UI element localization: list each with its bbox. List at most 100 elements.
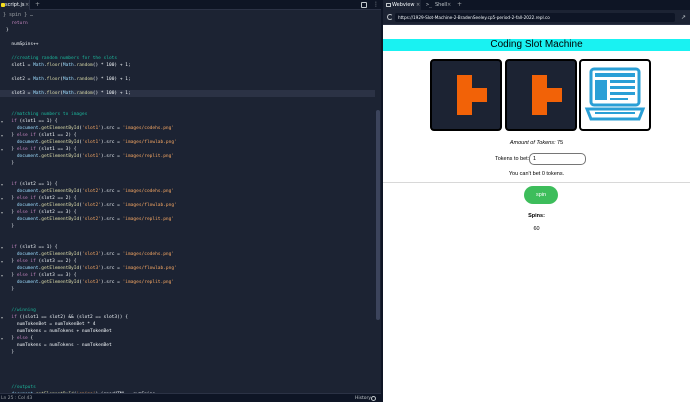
code-line[interactable]: document.getElementById('slot2').src = '… [0,216,375,223]
code-line[interactable] [0,370,375,377]
code-text: return [11,21,28,26]
code-line[interactable]: ▾ } else { [0,335,375,342]
code-line[interactable]: numTokens = numTokens + numTokenBet [0,328,375,335]
code-line[interactable]: document.getElementById('slot1').src = '… [0,125,375,132]
close-icon[interactable]: × [416,0,420,10]
bet-message: You can't bet 0 tokens. [508,171,565,177]
code-text: numSpins++ [6,42,39,47]
fold-chevron-icon[interactable]: ▾ [1,209,3,216]
add-tab-icon[interactable]: + [35,0,40,10]
spins-label: Spins: [528,213,545,219]
code-line[interactable]: numTokens = numTokens - numTokenBet [0,342,375,349]
code-line[interactable]: document.getElementById('slot2').src = '… [0,202,375,209]
code-line[interactable]: ▾ if ((slot1 == slot2) && (slot2 == slot… [0,314,375,321]
reload-icon[interactable] [387,14,393,20]
status-bar: Ln 25 : Col 43 History [0,393,381,402]
code-area[interactable]: return} numSpins++ //creating random num… [0,20,381,402]
code-text: //creating random numbers for the slots [6,56,118,61]
code-line[interactable]: document.getElementById('slot2').src = '… [0,188,375,195]
code-text: //matching numbers to images [6,112,88,117]
code-line[interactable] [0,167,375,174]
fold-chevron-icon[interactable]: ▾ [1,244,3,251]
tab-webview[interactable]: Webview × [383,0,421,10]
history-button[interactable]: History [355,394,371,402]
code-line[interactable]: ▾ if (slot1 == 1) { [0,118,375,125]
close-icon[interactable]: × [447,0,451,10]
tokens-to-bet-input[interactable]: 1 [529,153,586,165]
code-line[interactable] [0,48,375,55]
fold-chevron-icon[interactable]: ▾ [1,146,3,153]
layout-icon[interactable] [361,2,367,8]
code-text: document.getElementById('slot1').src = '… [16,126,175,131]
code-editor-pane: script.js × + ⋮ } spin } … return} numSp… [0,0,381,402]
code-line[interactable] [0,34,375,41]
close-icon[interactable]: × [25,0,29,10]
code-line[interactable]: ▾ } else if (slot3 == 2) { [0,258,375,265]
code-line[interactable] [0,230,375,237]
open-in-new-tab-icon[interactable]: ↗ [681,14,686,21]
code-line[interactable]: ▾ } else if (slot1 == 2) { [0,132,375,139]
code-line[interactable]: slot3 = Math.floor(Math.random() * 100) … [0,90,375,97]
tab-shell[interactable]: >_ Shell × [425,0,455,10]
code-line[interactable] [0,356,375,363]
slot-2-replit-image [505,59,577,131]
fold-chevron-icon[interactable]: ▾ [1,132,3,139]
code-line[interactable] [0,293,375,300]
breadcrumb[interactable]: } spin } … [3,11,33,20]
more-options-icon[interactable]: ⋮ [373,0,379,10]
code-line[interactable]: return [0,20,375,27]
code-line[interactable] [0,174,375,181]
code-line[interactable]: numTokenBet = numTokenBet * 4 [0,321,375,328]
terminal-icon: >_ [426,2,433,8]
spin-button[interactable]: spin [524,186,558,204]
code-line[interactable]: ▾ } else if (slot2 == 3) { [0,209,375,216]
tab-script-js[interactable]: script.js × [0,0,30,10]
slot-1-replit-image [430,59,502,131]
code-line[interactable]: ▾ if (slot2 == 1) { [0,181,375,188]
code-line[interactable]: //outputs [0,384,375,391]
fold-chevron-icon[interactable]: ▾ [1,314,3,321]
code-line[interactable]: ▾ } else if (slot1 == 3) { [0,146,375,153]
fold-chevron-icon[interactable]: ▾ [1,258,3,265]
code-line[interactable]: slot1 = Math.floor(Math.random() * 100) … [0,62,375,69]
code-text: } [6,161,15,166]
code-line[interactable]: document.getElementById('slot1').src = '… [0,153,375,160]
code-line[interactable]: } [0,27,375,34]
add-tab-icon[interactable]: + [457,0,462,10]
code-line[interactable]: //matching numbers to images [0,111,375,118]
spins-count: 60 [533,226,540,232]
scrollbar[interactable] [376,110,380,320]
code-line[interactable]: document.getElementById('slot3').src = '… [0,265,375,272]
code-line[interactable] [0,237,375,244]
code-line[interactable] [0,377,375,384]
fold-chevron-icon[interactable]: ▾ [1,181,3,188]
url-input[interactable]: https://1929-Slot-Machine-2-BradenSeeley… [395,13,675,22]
code-line[interactable] [0,97,375,104]
fold-chevron-icon[interactable]: ▾ [1,118,3,125]
fold-chevron-icon[interactable]: ▾ [1,335,3,342]
code-line[interactable]: ▾ } else if (slot2 == 2) { [0,195,375,202]
code-line[interactable]: } [0,286,375,293]
code-line[interactable]: //creating random numbers for the slots [0,55,375,62]
code-line[interactable] [0,83,375,90]
history-icon[interactable] [371,396,376,401]
code-line[interactable]: } [0,160,375,167]
code-line[interactable] [0,300,375,307]
code-line[interactable]: ▾ } else if (slot3 == 3) { [0,272,375,279]
code-line[interactable]: ▾ if (slot3 == 1) { [0,244,375,251]
code-line[interactable]: numSpins++ [0,41,375,48]
code-line[interactable]: } [0,349,375,356]
code-text: } else if (slot3 == 2) { [6,259,77,264]
fold-chevron-icon[interactable]: ▾ [1,195,3,202]
code-line[interactable] [0,104,375,111]
code-line[interactable]: document.getElementById('slot3').src = '… [0,279,375,286]
code-line[interactable]: //winning [0,307,375,314]
code-line[interactable]: } [0,223,375,230]
code-line[interactable] [0,363,375,370]
code-line[interactable]: document.getElementById('slot1').src = '… [0,139,375,146]
code-line[interactable] [0,69,375,76]
code-line[interactable]: document.getElementById('slot3').src = '… [0,251,375,258]
code-line[interactable]: slot2 = Math.floor(Math.random() * 100) … [0,76,375,83]
fold-chevron-icon[interactable]: ▾ [1,272,3,279]
code-text: } else if (slot2 == 2) { [6,196,77,201]
